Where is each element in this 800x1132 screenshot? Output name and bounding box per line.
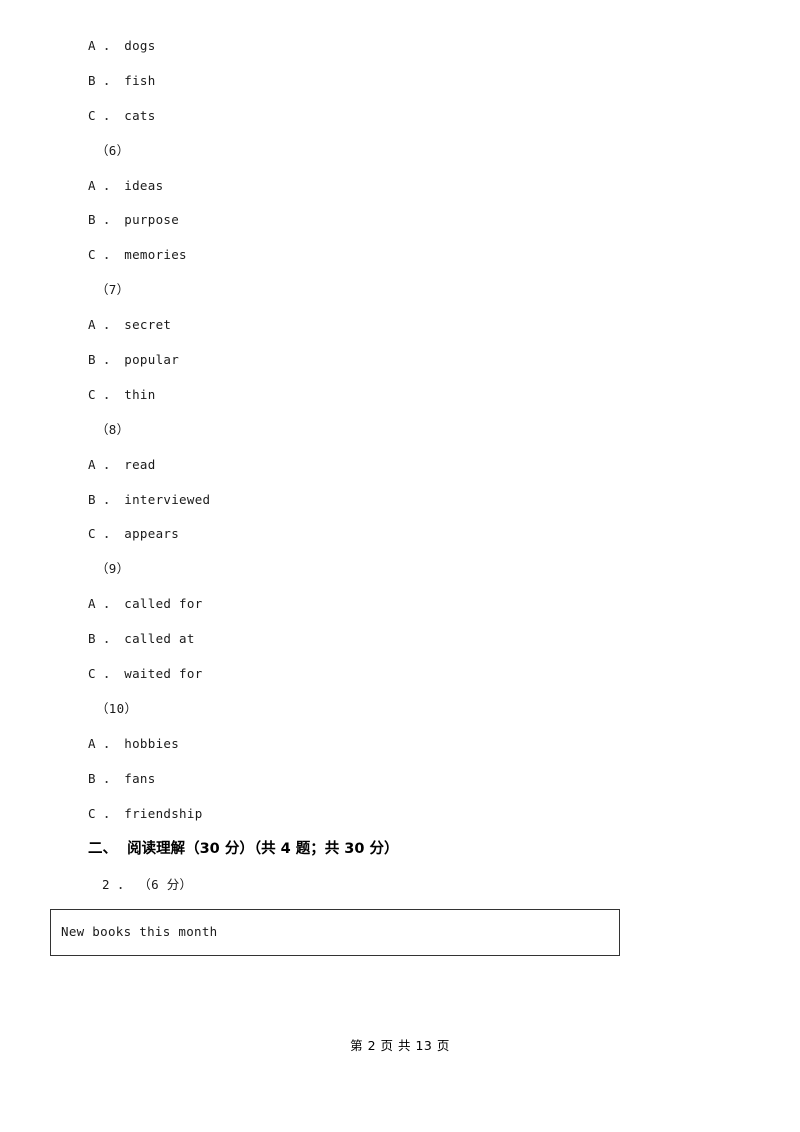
- option-line: A ． dogs: [88, 38, 156, 53]
- question-number: （10）: [96, 700, 138, 716]
- option-line: C ． waited for: [88, 666, 203, 682]
- option-line: A ． hobbies: [88, 735, 180, 751]
- option-line: B ． popular: [88, 352, 180, 368]
- option-line: B ． called at: [88, 631, 195, 647]
- question-number: （9）: [96, 561, 130, 577]
- option-line: B ． fish: [88, 72, 156, 88]
- exam-page: A ． dogs B ． fish C ． cats （6） A ． ideas…: [0, 0, 800, 1132]
- section-heading: 二、 阅读理解（30 分）（共 4 题；共 30 分）: [88, 841, 399, 858]
- question-number: （6）: [96, 142, 130, 158]
- option-line: C ． friendship: [88, 805, 203, 821]
- page-content: A ． dogs B ． fish C ． cats （6） A ． ideas…: [50, 38, 712, 957]
- option-line: C ． thin: [88, 386, 156, 402]
- option-line: C ． cats: [88, 107, 156, 123]
- question-number: （7）: [96, 282, 130, 298]
- option-line: B ． fans: [88, 770, 156, 786]
- option-line: C ． memories: [88, 247, 187, 263]
- option-line: C ． appears: [88, 526, 180, 542]
- option-line: B ． purpose: [88, 212, 180, 228]
- question-number: （8）: [96, 421, 130, 437]
- option-line: A ． read: [88, 456, 156, 472]
- option-line: A ． ideas: [88, 177, 164, 193]
- page-footer: 第 2 页 共 13 页: [350, 1038, 450, 1053]
- reading-passage-box: New books this month: [50, 909, 620, 957]
- reading-passage-title: New books this month: [61, 924, 218, 940]
- option-line: A ． called for: [88, 596, 203, 612]
- option-line: B ． interviewed: [88, 491, 211, 507]
- sub-question-label: 2 ． （6 分）: [102, 876, 193, 892]
- option-line: A ． secret: [88, 317, 172, 333]
